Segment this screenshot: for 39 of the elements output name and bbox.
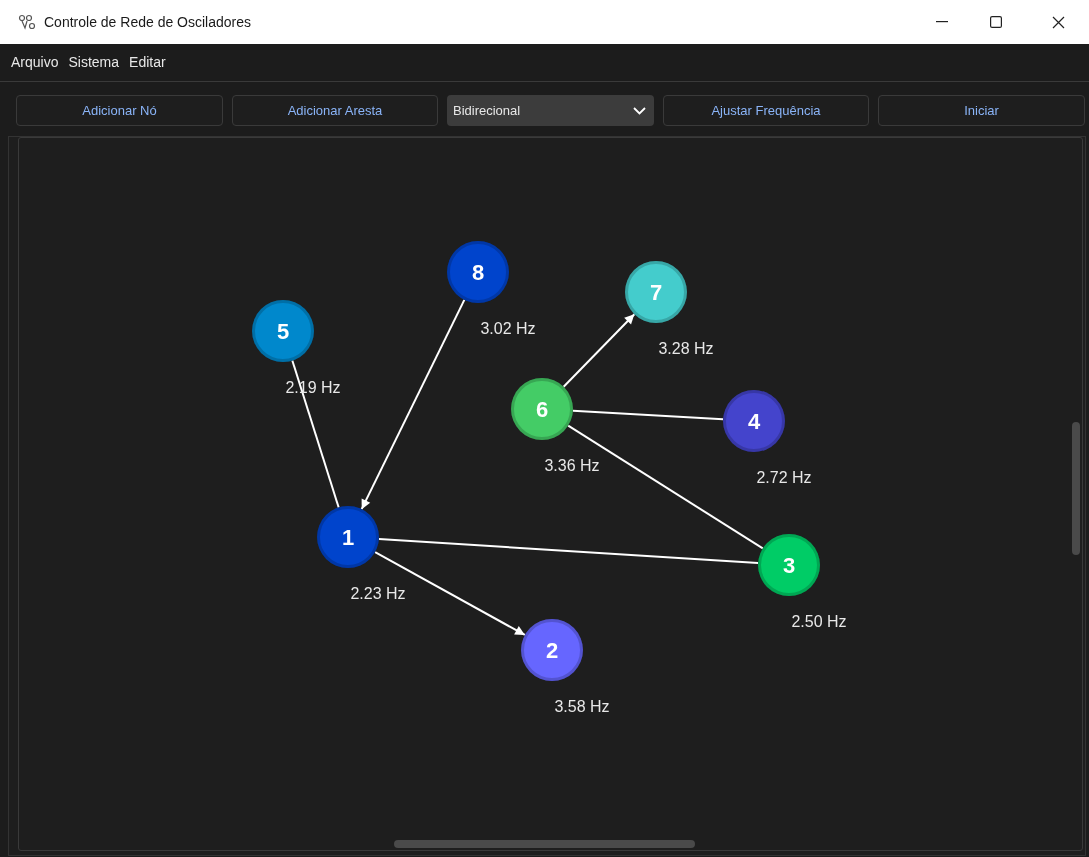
maximize-icon: [990, 16, 1002, 28]
node-circle[interactable]: [511, 378, 573, 440]
node-number: 8: [471, 260, 485, 285]
menu-item[interactable]: Arquivo: [11, 52, 59, 73]
frequency-label: 3.28 Hz: [658, 340, 714, 357]
node-circle[interactable]: [723, 390, 785, 452]
node-number: 6: [535, 397, 549, 422]
toolbar-button[interactable]: Ajustar Frequência: [663, 95, 869, 126]
node-number: 3: [782, 553, 796, 578]
menu-item[interactable]: Editar: [129, 52, 166, 73]
horizontal-scrollbar[interactable]: [394, 840, 695, 848]
frequency-label: 3.36 Hz: [544, 457, 600, 474]
window-title: Controle de Rede de Osciladores: [44, 12, 251, 32]
node-circle[interactable]: [447, 241, 509, 303]
close-icon: [1051, 15, 1065, 29]
node-number: 2: [545, 638, 559, 663]
node-number: 1: [341, 525, 355, 550]
node-circle[interactable]: [252, 300, 314, 362]
vertical-scrollbar[interactable]: [1072, 422, 1080, 555]
toolbar-button[interactable]: Adicionar Aresta: [232, 95, 438, 126]
chevron-down-icon: [633, 106, 646, 115]
toolbar-button[interactable]: Adicionar Nó: [16, 95, 223, 126]
node-number: 5: [276, 319, 290, 344]
node-circle[interactable]: [758, 534, 820, 596]
frequency-label: 3.58 Hz: [554, 698, 610, 715]
menu-item[interactable]: Sistema: [68, 52, 120, 73]
frequency-label: 2.72 Hz: [756, 469, 812, 486]
toolbar-button[interactable]: Iniciar: [878, 95, 1085, 126]
minimize-icon: [936, 21, 948, 23]
node-circle[interactable]: [625, 261, 687, 323]
node-number: 7: [649, 280, 663, 305]
node-circle[interactable]: [521, 619, 583, 681]
direction-dropdown[interactable]: Bidirecional: [447, 95, 654, 126]
frequency-label: 2.50 Hz: [791, 613, 847, 630]
node-circle[interactable]: [317, 506, 379, 568]
node-number: 4: [747, 409, 761, 434]
app-icon: [18, 14, 36, 30]
frequency-label: 2.23 Hz: [350, 585, 406, 602]
frequency-label: 3.02 Hz: [480, 320, 536, 337]
